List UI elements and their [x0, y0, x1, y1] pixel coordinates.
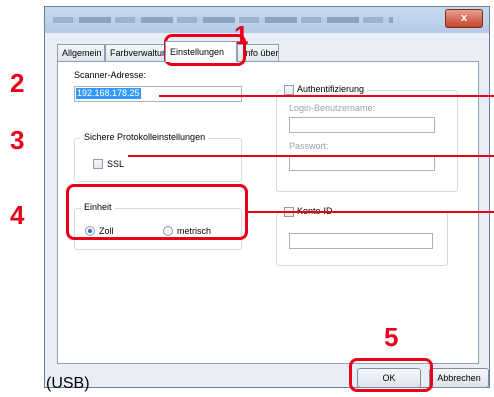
highlight-ok-button — [349, 358, 433, 392]
callout-line-scanner — [159, 95, 494, 97]
scanner-address-input[interactable]: 192.168.178.25 — [74, 86, 242, 102]
tab-einstellungen[interactable]: Einstellungen — [165, 41, 237, 62]
auth-title: Authentifizierung — [281, 84, 368, 95]
callout-line-ssl — [128, 155, 494, 157]
password-label: Passwort: — [289, 141, 329, 151]
konto-group: Konto-ID — [276, 206, 448, 266]
tab-allgemein[interactable]: Allgemein — [57, 44, 105, 61]
secure-protocol-group: Sichere Protokolleinstellungen SSL — [74, 132, 242, 182]
ssl-checkbox[interactable] — [93, 159, 103, 169]
scanner-address-value: 192.168.178.25 — [76, 88, 141, 99]
scanner-address-label: Scanner-Adresse: — [74, 70, 147, 80]
secure-protocol-title: Sichere Protokolleinstellungen — [81, 132, 209, 142]
step-4-number: 4 — [10, 200, 25, 230]
highlight-unit-group — [66, 184, 248, 240]
password-input[interactable] — [289, 155, 435, 171]
ssl-label: SSL — [107, 159, 125, 169]
login-username-label: Login-Benutzername: — [289, 103, 376, 113]
title-bar: x — [45, 7, 489, 33]
cancel-button[interactable]: Abbrechen — [429, 368, 489, 388]
login-username-input[interactable] — [289, 117, 435, 133]
auth-checkbox[interactable] — [284, 84, 294, 95]
step-5-number: 5 — [384, 322, 399, 352]
step-3-number: 3 — [10, 125, 25, 155]
tab-farbverwaltung[interactable]: Farbverwaltung — [105, 44, 165, 61]
window-title-blurred — [53, 17, 393, 23]
konto-id-input[interactable] — [289, 233, 433, 249]
auth-group: Authentifizierung Login-Benutzername: Pa… — [276, 84, 458, 192]
caption-usb: (USB) — [46, 375, 90, 392]
step-2-number: 2 — [10, 68, 25, 98]
callout-line-unit — [248, 211, 494, 213]
auth-label: Authentifizierung — [297, 84, 365, 94]
close-button[interactable]: x — [445, 9, 483, 28]
